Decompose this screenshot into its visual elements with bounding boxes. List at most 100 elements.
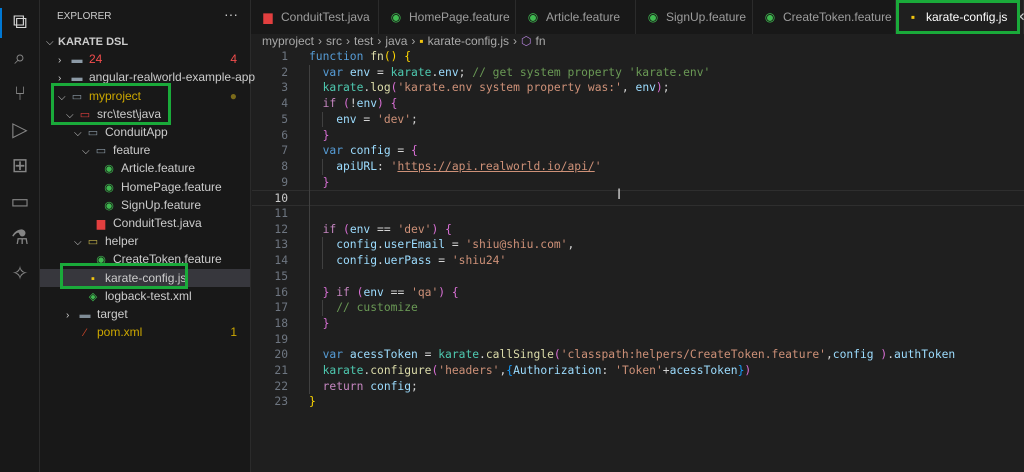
tree-item[interactable]: ⁄ pom.xml 1 [40, 323, 250, 341]
code-line[interactable]: 13 config.userEmail = 'shiu@shiu.com', [252, 237, 1024, 253]
code-line[interactable]: 22 return config; [252, 379, 1024, 395]
code-token: env [635, 81, 656, 95]
code-token: () [383, 50, 398, 63]
code-line[interactable]: 20 var acessToken = karate.callSingle('c… [252, 347, 1024, 363]
code-token: config [370, 379, 412, 393]
code-text: } if (env == 'qa') { [309, 285, 459, 301]
tab-conduittest-java[interactable]: ▆ ConduitTest.java [251, 0, 379, 34]
code-token: env [438, 65, 459, 79]
code-token: if [309, 222, 344, 236]
code-line[interactable]: 1 function fn() { [252, 49, 1024, 65]
breadcrumb-item[interactable]: karate-config.js [428, 34, 509, 48]
breadcrumb-item[interactable]: myproject [262, 34, 314, 48]
code-line[interactable]: 19 [252, 332, 1024, 348]
tab-article-feature[interactable]: ◉ Article.feature [516, 0, 636, 34]
tree-item[interactable]: ◉ SignUp.feature [40, 196, 250, 214]
code-token: ' [594, 159, 602, 173]
code-token: ; [411, 379, 418, 393]
code-token: . [377, 238, 384, 252]
explorer-icon[interactable]: ⧉ [8, 10, 32, 34]
code-line[interactable]: 14 config.uerPass = 'shiu24' [252, 253, 1024, 269]
remote-explorer-icon[interactable]: ▭ [8, 190, 32, 214]
code-line[interactable]: 4 if (!env) { [252, 96, 1024, 112]
code-editor[interactable]: 1 function fn() {2 var env = karate.env; … [252, 49, 1024, 472]
code-line[interactable]: 23} [252, 394, 1024, 410]
code-line[interactable]: 7 var config = { [252, 143, 1024, 159]
tab-homepage-feature[interactable]: ◉ HomePage.feature [379, 0, 516, 34]
tree-item[interactable]: ⌵ KARATE DSL [40, 32, 250, 50]
tree-item[interactable]: ◈ logback-test.xml [40, 287, 250, 305]
run-debug-icon[interactable]: ▷ [8, 118, 32, 142]
code-line[interactable]: 10 [252, 190, 1024, 206]
code-line[interactable]: 9 } [252, 175, 1024, 191]
tree-item[interactable]: ▆ ConduitTest.java [40, 214, 250, 232]
code-line[interactable]: 12 if (env == 'dev') { [252, 222, 1024, 238]
tree-item[interactable]: › ▬ target [40, 305, 250, 323]
code-line[interactable]: 17 // customize [252, 300, 1024, 316]
feature-icon: ◉ [104, 181, 114, 194]
code-token: 'qa' [411, 285, 439, 299]
extensions-icon[interactable]: ⊞ [8, 154, 32, 178]
code-text: config.userEmail = 'shiu@shiu.com', [309, 237, 574, 253]
indent-guide [322, 300, 323, 316]
tree-item[interactable]: ⌵ ▭ helper [40, 232, 250, 250]
code-token: ; [458, 65, 473, 79]
line-number: 1 [281, 50, 288, 63]
tree-item[interactable]: ⌵ ▭ ConduitApp [40, 123, 250, 141]
tree-item[interactable]: ⌵ ▭ feature [40, 141, 250, 159]
code-text: env = 'dev'; [309, 112, 418, 128]
testing-icon[interactable]: ⚗ [8, 226, 32, 250]
tree-item-label: target [97, 307, 128, 321]
tab-label: HomePage.feature [409, 10, 510, 24]
tree-item[interactable]: ◉ Article.feature [40, 159, 250, 177]
code-token: { [411, 144, 418, 158]
code-token: 'headers' [438, 364, 500, 377]
code-line[interactable]: 8 apiURL: 'https://api.realworld.io/api/… [252, 159, 1024, 175]
problem-count: 4 [230, 52, 237, 67]
code-line[interactable]: 6 } [252, 128, 1024, 144]
code-token: ) [655, 81, 663, 95]
karate-icon[interactable]: ✧ [8, 262, 32, 286]
breadcrumb-separator: › [513, 34, 518, 48]
code-line[interactable]: 18 } [252, 316, 1024, 332]
code-line[interactable]: 16 } if (env == 'qa') { [252, 285, 1024, 301]
code-line[interactable]: 11 [252, 206, 1024, 222]
code-token: : [601, 364, 616, 377]
code-token: ( [553, 348, 561, 362]
code-token: = [356, 112, 378, 126]
code-text: } [309, 128, 330, 144]
java-icon: ▆ [263, 10, 273, 24]
folder-open-icon: ▭ [87, 127, 99, 139]
line-number: 19 [274, 332, 288, 346]
more-actions-icon[interactable]: ··· [224, 6, 238, 22]
search-icon[interactable]: ⌕ [8, 46, 32, 70]
tree-item[interactable]: ◉ HomePage.feature [40, 178, 250, 196]
code-token: . [479, 348, 486, 362]
tab-signup-feature[interactable]: ◉ SignUp.feature [636, 0, 753, 34]
code-token: = [370, 65, 391, 79]
line-number: 11 [274, 207, 288, 220]
code-line[interactable]: 5 env = 'dev'; [252, 112, 1024, 128]
folder-target-icon: ▬ [79, 309, 91, 321]
breadcrumb-item[interactable]: java [385, 34, 407, 48]
folder-helper-icon: ▭ [87, 236, 99, 249]
code-token: ( [343, 222, 350, 236]
breadcrumb-item[interactable]: test [354, 34, 373, 48]
code-token: 'Token' [615, 364, 663, 377]
xml-icon: ◈ [88, 290, 98, 303]
code-line[interactable]: 21 karate.configure('headers',{Authoriza… [252, 363, 1024, 379]
code-line[interactable]: 3 karate.log('karate.env system property… [252, 80, 1024, 96]
source-control-icon[interactable]: ⑂ [8, 82, 32, 106]
code-token: apiURL [309, 159, 378, 173]
tree-item-label: feature [113, 143, 151, 158]
java-icon: ▆ [96, 218, 106, 230]
breadcrumb-item[interactable]: src [326, 34, 342, 48]
tree-item[interactable]: › ▬ 24 4 [40, 50, 250, 68]
tab-createtoken-feature[interactable]: ◉ CreateToken.feature [753, 0, 896, 34]
line-number: 13 [274, 238, 288, 252]
code-line[interactable]: 2 var env = karate.env; // get system pr… [252, 65, 1024, 81]
problem-count: 1 [230, 325, 237, 340]
code-line[interactable]: 15 [252, 269, 1024, 285]
breadcrumb-item[interactable]: fn [536, 34, 546, 48]
line-number: 23 [274, 395, 288, 409]
